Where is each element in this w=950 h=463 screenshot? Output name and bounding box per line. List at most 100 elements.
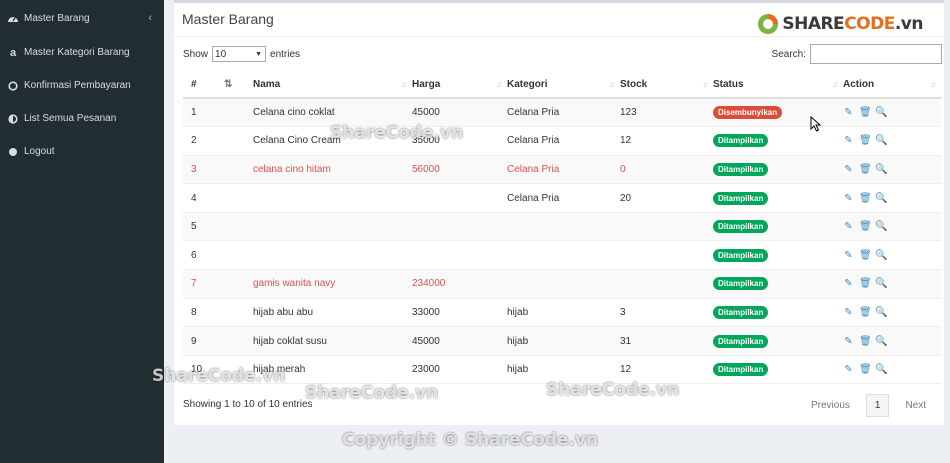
trash-icon[interactable]: 🗑 xyxy=(859,135,872,146)
search-icon[interactable]: 🔍 xyxy=(875,307,887,318)
sort-icon: ↓↑ xyxy=(401,79,408,89)
caret-down-icon: ▼ xyxy=(255,50,263,58)
edit-icon[interactable]: ✎ xyxy=(843,307,854,318)
collapse-icon[interactable]: ‹ xyxy=(148,12,152,24)
search-icon[interactable]: 🔍 xyxy=(875,107,887,118)
table-row: 8 hijab abu abu 33000 hijab 3 Ditampilka… xyxy=(183,298,941,328)
status-badge: Ditampilkan xyxy=(713,248,769,262)
trash-icon[interactable]: 🗑 xyxy=(859,364,872,375)
col-header-nama[interactable]: Nama ↓↑ xyxy=(253,71,412,99)
mouse-cursor-icon xyxy=(810,116,822,132)
trash-icon[interactable]: 🗑 xyxy=(859,193,872,204)
sidebar-item-label: Logout xyxy=(24,146,55,157)
sort-icon: ↓↑ xyxy=(496,79,503,89)
search-icon[interactable]: 🔍 xyxy=(875,193,887,204)
trash-icon[interactable]: 🗑 xyxy=(859,221,872,232)
search-label: Search: xyxy=(771,48,806,60)
search-icon[interactable]: 🔍 xyxy=(875,221,887,232)
edit-icon[interactable]: ✎ xyxy=(843,193,854,204)
status-badge: Ditampilkan xyxy=(713,305,769,319)
status-badge: Ditampilkan xyxy=(713,277,769,291)
table-row: 7 gamis wanita navy 234000 Ditampilkan ✎… xyxy=(183,269,941,299)
table-row: 2 Celana Cino Cream 35000 Celana Pria 12… xyxy=(183,126,941,156)
previous-button[interactable]: Previous xyxy=(801,395,860,416)
logo-text: SHARECODE.vn xyxy=(782,14,923,34)
page-1-button[interactable]: 1 xyxy=(865,394,890,417)
edit-icon[interactable]: ✎ xyxy=(843,107,854,118)
sidebar-item-label: Master Kategori Barang xyxy=(24,47,130,58)
edit-icon[interactable]: ✎ xyxy=(843,164,854,175)
edit-icon[interactable]: ✎ xyxy=(843,250,854,261)
sidebar-item-label: Konfirmasi Pembayaran xyxy=(24,80,131,91)
trash-icon[interactable]: 🗑 xyxy=(859,164,872,175)
sort-icon: ↓↑ xyxy=(702,79,709,89)
col-header-sort[interactable]: ⇅ xyxy=(224,71,253,99)
status-badge: Ditampilkan xyxy=(713,220,769,234)
table-header-row: # ⇅ Nama ↓↑ Harga ↓↑ Kategori ↓↑ Stock ↓↑ St… xyxy=(183,71,941,99)
sidebar-item-master-kategori-barang[interactable]: a Master Kategori Barang xyxy=(0,36,164,69)
search-icon[interactable]: 🔍 xyxy=(875,135,887,146)
search-icon[interactable]: 🔍 xyxy=(875,336,887,347)
status-badge: Ditampilkan xyxy=(713,334,769,348)
circle-outline-icon xyxy=(6,80,20,92)
status-badge: Ditampilkan xyxy=(713,162,769,176)
pagination: Previous 1 Next xyxy=(801,394,936,417)
edit-icon[interactable]: ✎ xyxy=(843,135,854,146)
sort-icon: ↓↑ xyxy=(930,79,937,89)
entries-select-value: 10 xyxy=(215,48,227,60)
table-row: 4 Celana Pria 20 Ditampilkan ✎ 🗑 🔍 xyxy=(183,183,941,213)
col-header-harga[interactable]: Harga ↓↑ xyxy=(412,71,507,99)
trash-icon[interactable]: 🗑 xyxy=(859,250,872,261)
sidebar-item-list-semua-pesanan[interactable]: List Semua Pesanan xyxy=(0,102,164,135)
sidebar-item-label: Master Barang xyxy=(24,12,90,24)
sidebar-item-master-barang[interactable]: Master Barang ‹ xyxy=(0,0,164,36)
show-label: Show xyxy=(183,48,209,60)
col-header-action[interactable]: Action ↓↑ xyxy=(843,71,941,99)
sidebar: Master Barang ‹ a Master Kategori Barang… xyxy=(0,0,164,463)
trash-icon[interactable]: 🗑 xyxy=(859,336,872,347)
edit-icon[interactable]: ✎ xyxy=(843,278,854,289)
col-header-no[interactable]: # xyxy=(183,71,224,99)
sidebar-item-label: List Semua Pesanan xyxy=(24,113,117,124)
trash-icon[interactable]: 🗑 xyxy=(859,107,872,118)
table-row: 10 hijab merah 23000 hijab 12 Ditampilka… xyxy=(183,355,941,385)
search-icon[interactable]: 🔍 xyxy=(875,250,887,261)
sidebar-item-logout[interactable]: Logout xyxy=(0,135,164,168)
search-icon[interactable]: 🔍 xyxy=(875,364,887,375)
table-info: Showing 1 to 10 of 10 entries xyxy=(183,399,313,410)
edit-icon[interactable]: ✎ xyxy=(843,364,854,375)
dashboard-icon xyxy=(6,12,20,24)
edit-icon[interactable]: ✎ xyxy=(843,336,854,347)
amazon-icon: a xyxy=(9,46,17,59)
col-header-stock[interactable]: Stock ↓↑ xyxy=(620,71,713,99)
col-header-status[interactable]: Status ↓↑ xyxy=(713,71,843,99)
trash-icon[interactable]: 🗑 xyxy=(859,307,872,318)
status-badge: Disembunyikan xyxy=(713,106,783,120)
sharecode-logo: SHARECODE.vn xyxy=(757,13,924,35)
products-table: # ⇅ Nama ↓↑ Harga ↓↑ Kategori ↓↑ Stock ↓↑ St… xyxy=(183,71,941,385)
entries-select[interactable]: 10 ▼ xyxy=(212,46,267,62)
table-row: 6 Ditampilkan ✎ 🗑 🔍 xyxy=(183,240,941,271)
status-badge: Ditampilkan xyxy=(713,363,769,377)
table-row: 3 celana cino hitam 56000 Celana Pria 0 … xyxy=(183,155,941,185)
edit-icon[interactable]: ✎ xyxy=(843,221,854,232)
table-row: 5 Ditampilkan ✎ 🗑 🔍 xyxy=(183,212,941,242)
half-circle-icon xyxy=(6,113,20,125)
sort-icon: ⇅ xyxy=(224,78,233,90)
sidebar-item-konfirmasi-pembayaran[interactable]: Konfirmasi Pembayaran xyxy=(0,69,164,102)
sort-icon: ↓↑ xyxy=(609,79,616,89)
col-header-kategori[interactable]: Kategori ↓↑ xyxy=(507,71,620,99)
search-icon[interactable]: 🔍 xyxy=(875,164,887,175)
status-badge: Ditampilkan xyxy=(713,134,769,148)
search-input[interactable] xyxy=(810,44,942,64)
master-barang-box: Master Barang Show 10 ▼ entries Search: … xyxy=(174,0,944,425)
entries-label: entries xyxy=(270,48,301,60)
search-icon[interactable]: 🔍 xyxy=(875,278,887,289)
logo-icon xyxy=(758,14,779,34)
entries-length: Show 10 ▼ entries xyxy=(183,46,300,62)
sort-icon: ↓↑ xyxy=(832,79,839,89)
page-title: Master Barang xyxy=(182,11,274,27)
content-area: Master Barang Show 10 ▼ entries Search: … xyxy=(164,0,950,463)
next-button[interactable]: Next xyxy=(895,395,936,416)
trash-icon[interactable]: 🗑 xyxy=(859,278,872,289)
